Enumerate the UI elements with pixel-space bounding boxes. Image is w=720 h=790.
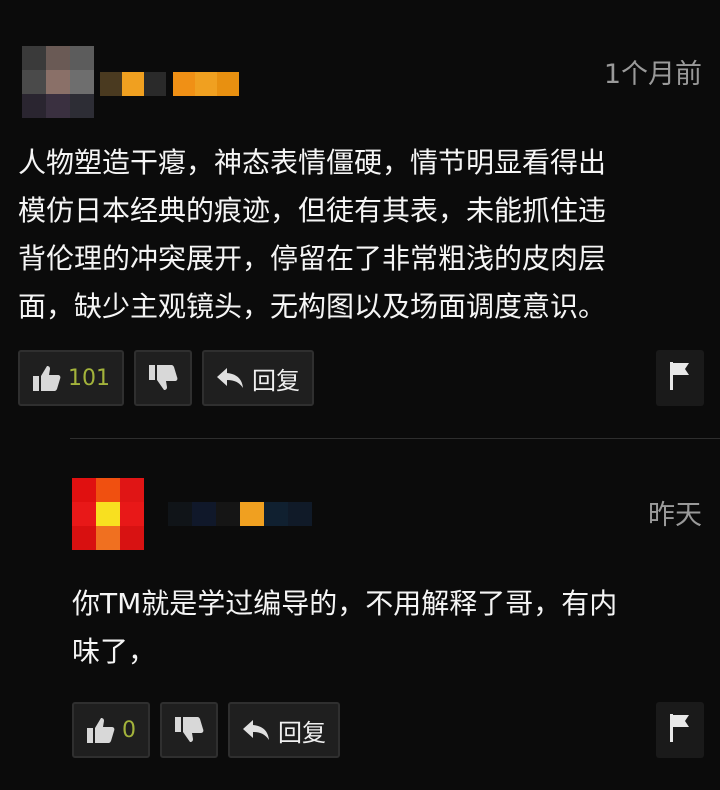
thumbs-down-icon [174,716,204,744]
reply-label: 回复 [252,366,300,395]
like-count: 101 [68,365,110,391]
like-count: 0 [122,717,136,743]
like-button[interactable]: 0 [72,702,150,758]
avatar[interactable] [22,46,94,118]
avatar[interactable] [72,478,144,550]
like-button[interactable]: 101 [18,350,124,406]
dislike-button[interactable] [160,702,218,758]
thumbs-up-icon [86,716,116,744]
reply-arrow-icon [242,718,270,742]
comment-timestamp: 昨天 [648,500,702,531]
reply-arrow-icon [216,366,244,390]
comment-timestamp: 1个月前 [603,59,702,90]
reply-label: 回复 [278,718,326,747]
comment-text: 你TM就是学过编导的，不用解释了哥，有内 味了， [72,587,618,668]
flag-icon [667,360,693,396]
flag-icon [667,712,693,748]
thread-divider [70,438,720,439]
dislike-button[interactable] [134,350,192,406]
thumbs-up-icon [32,364,62,392]
report-button[interactable] [656,350,704,406]
username[interactable] [100,72,245,96]
comment-text: 人物塑造干瘪，神态表情僵硬，情节明显看得出 模仿日本经典的痕迹，但徒有其表，未能… [18,146,607,323]
report-button[interactable] [656,702,704,758]
username[interactable] [168,502,318,526]
reply-button[interactable]: 回复 [228,702,340,758]
reply-button[interactable]: 回复 [202,350,314,406]
thumbs-down-icon [148,364,178,392]
